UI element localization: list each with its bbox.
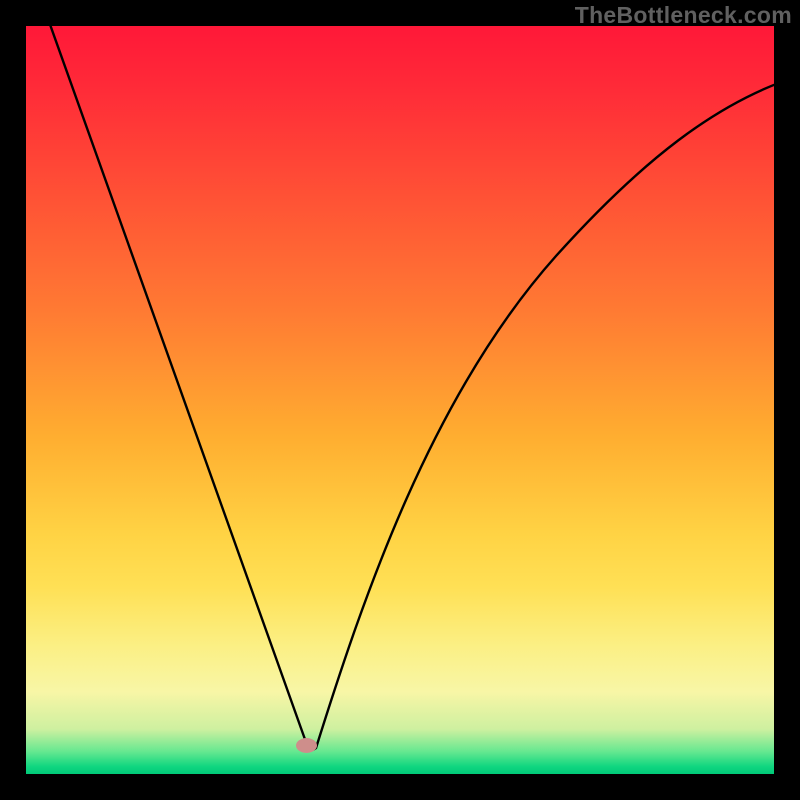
optimum-dot	[296, 738, 317, 753]
curve-path	[47, 26, 774, 750]
attribution-label: TheBottleneck.com	[575, 2, 792, 29]
bottleneck-curve	[26, 26, 774, 774]
chart-plot-area	[26, 26, 774, 774]
